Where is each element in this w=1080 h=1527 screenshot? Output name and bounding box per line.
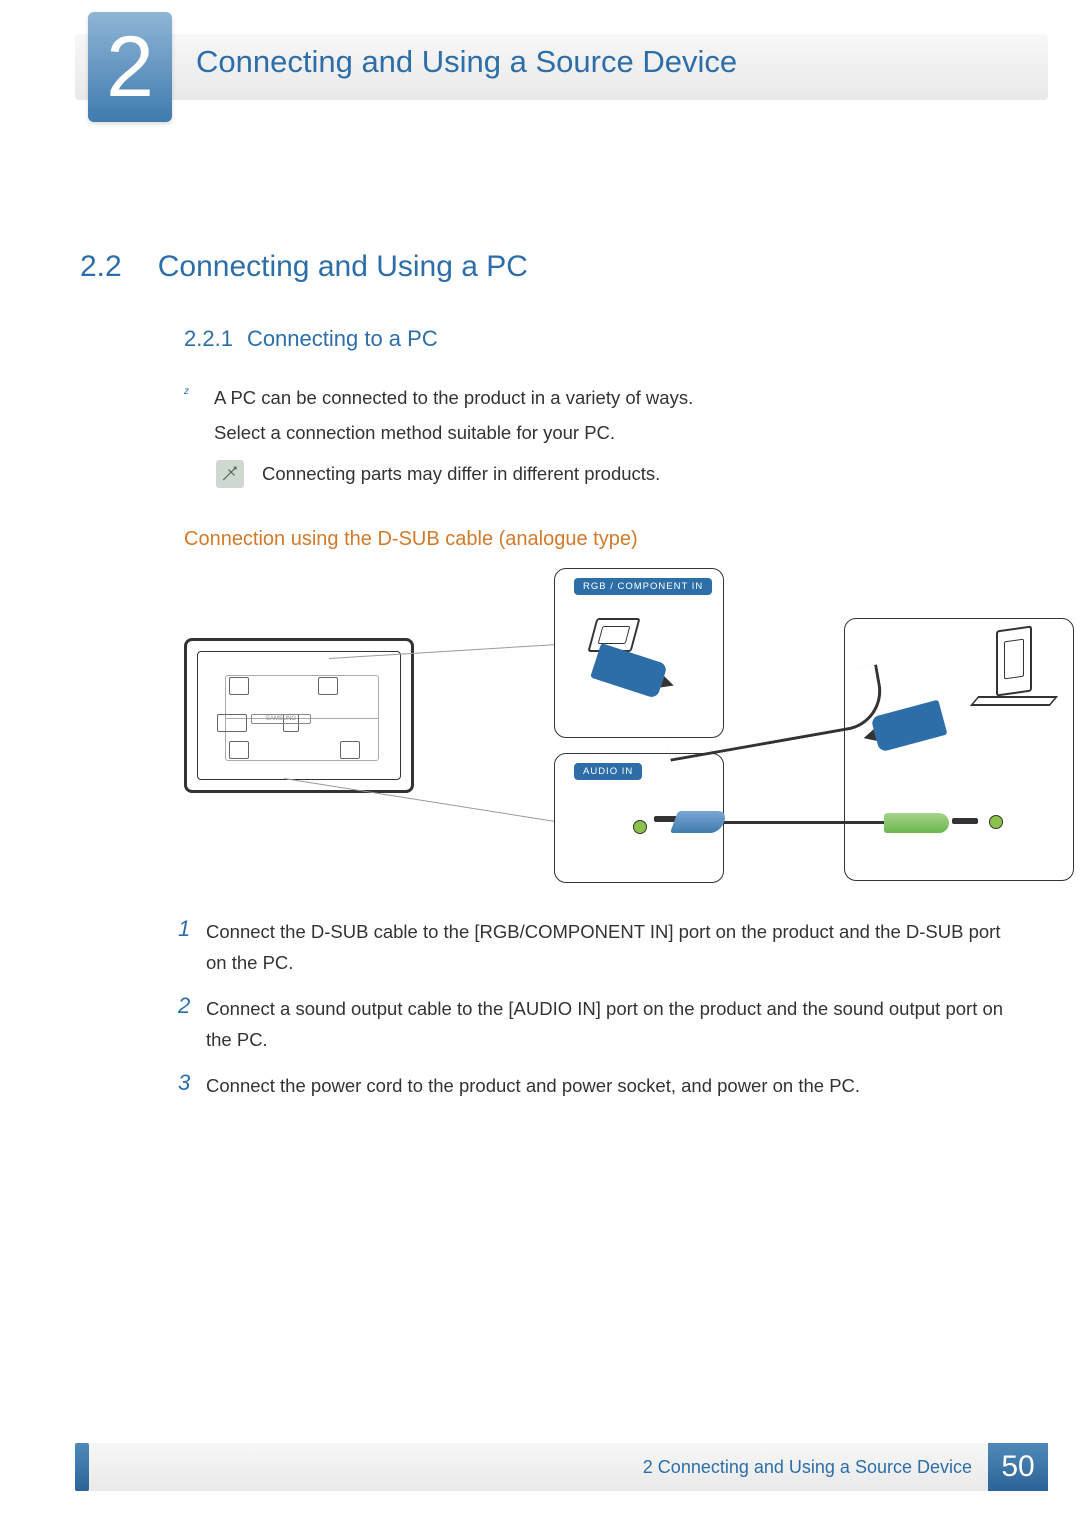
step-item: 1 Connect the D-SUB cable to the [RGB/CO…	[178, 916, 1010, 979]
note-block: Connecting parts may differ in different…	[216, 460, 1010, 488]
diagram-label-video: RGB / COMPONENT IN	[574, 578, 712, 595]
step-text: Connect the D-SUB cable to the [RGB/COMP…	[206, 916, 1010, 979]
connection-diagram: SAMSUNG RGB / COMPONENT IN AUDIO IN	[184, 568, 894, 898]
steps-list: 1 Connect the D-SUB cable to the [RGB/CO…	[178, 916, 1010, 1115]
diagram-audio-cable	[724, 821, 884, 824]
step-number: 1	[178, 916, 206, 942]
step-number: 3	[178, 1070, 206, 1096]
diagram-tv-brand: SAMSUNG	[251, 714, 311, 724]
bullet-mark: z	[184, 380, 214, 397]
diagram-pc-inner	[1004, 639, 1024, 680]
diagram-audio-jack-pc	[884, 813, 949, 833]
subsection-title: Connecting to a PC	[247, 326, 438, 352]
bullet-line-1: A PC can be connected to the product in …	[214, 380, 1010, 415]
subsection-heading: 2.2.1 Connecting to a PC	[184, 326, 438, 352]
section-title: Connecting and Using a PC	[158, 250, 528, 284]
diagram-pc-box	[844, 618, 1074, 881]
note-icon	[216, 460, 244, 488]
step-item: 3 Connect the power cord to the product …	[178, 1070, 1010, 1101]
diagram-pc-base	[970, 696, 1058, 706]
diagram-label-audio: AUDIO IN	[574, 763, 642, 780]
diagram-marker-icon	[989, 815, 1003, 829]
footer-text: 2 Connecting and Using a Source Device	[643, 1457, 972, 1478]
diagram-tv: SAMSUNG	[184, 638, 414, 793]
connection-subheading: Connection using the D-SUB cable (analog…	[184, 528, 638, 551]
subsection-number: 2.2.1	[184, 326, 233, 352]
section-number: 2.2	[80, 250, 122, 284]
footer-bar: 2 Connecting and Using a Source Device 5…	[75, 1443, 1048, 1491]
page-number-badge: 50	[988, 1443, 1048, 1491]
step-number: 2	[178, 993, 206, 1019]
bullet-block: z A PC can be connected to the product i…	[184, 380, 1010, 458]
chapter-title: Connecting and Using a Source Device	[196, 44, 737, 80]
diagram-marker-icon	[633, 820, 647, 834]
step-text: Connect the power cord to the product an…	[206, 1070, 1010, 1101]
footer-accent	[75, 1443, 89, 1491]
page: 2 Connecting and Using a Source Device 2…	[0, 0, 1080, 1527]
bullet-line-2: Select a connection method suitable for …	[214, 415, 1010, 450]
bullet-text: A PC can be connected to the product in …	[214, 380, 1010, 450]
note-text: Connecting parts may differ in different…	[262, 463, 660, 485]
step-text: Connect a sound output cable to the [AUD…	[206, 993, 1010, 1056]
section-heading: 2.2 Connecting and Using a PC	[80, 250, 528, 284]
chapter-number-badge: 2	[88, 12, 172, 122]
step-item: 2 Connect a sound output cable to the [A…	[178, 993, 1010, 1056]
diagram-audio-jack-pc-tip	[952, 818, 978, 824]
diagram-guide-line	[284, 778, 571, 824]
